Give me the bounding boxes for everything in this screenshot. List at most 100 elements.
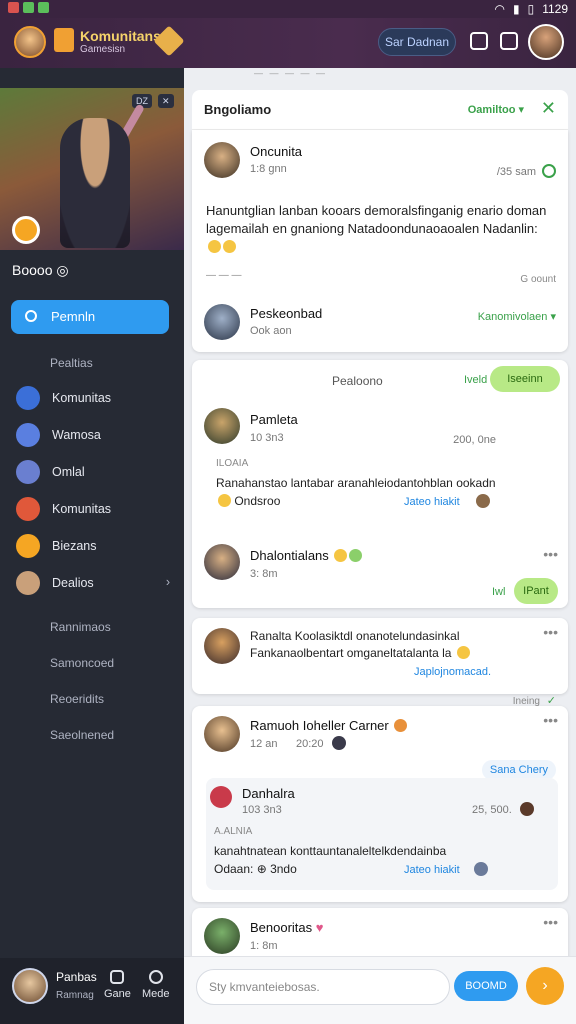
post-time: 1: 8m [250, 940, 278, 952]
sidebar-link[interactable]: Rannimaos [50, 620, 111, 634]
divider-dashes: — — — [206, 270, 242, 281]
feed-title: Bngoliamo [204, 102, 272, 117]
status-bar: ◠ ▮ ▯ 1129 [0, 0, 576, 18]
next-arrow-button[interactable]: › [526, 967, 564, 1005]
reply-action-dropdown[interactable]: Kanomivolaen ▾ [478, 310, 556, 323]
heart-icon [210, 786, 232, 808]
author-avatar[interactable] [204, 408, 240, 444]
message-input[interactable]: Sty kmvanteiebosas. [196, 969, 450, 1005]
brand-logo-icon [54, 28, 74, 52]
game-button[interactable]: Gane [104, 970, 131, 1000]
more-options-icon[interactable]: ••• [543, 712, 558, 728]
sidebar-link[interactable]: Reoeridits [50, 692, 104, 706]
close-icon[interactable]: ✕ [541, 98, 556, 119]
author-avatar[interactable] [204, 628, 240, 664]
star-icon [16, 534, 40, 558]
reply-avatar[interactable] [204, 304, 240, 340]
sidebar-item-label: Komunitas [52, 391, 112, 405]
settings-icon [148, 970, 163, 984]
author-avatar[interactable] [204, 142, 240, 178]
sidebar-item-dealios[interactable]: Dealios › [16, 569, 176, 597]
sidebar-item-label: Komunitas [52, 502, 112, 516]
heart-emoji-icon: ♥ [315, 920, 324, 935]
quoted-date: 25, 500. [472, 804, 512, 816]
quoted-author: Danhalra [242, 786, 295, 801]
more-options-icon[interactable]: ••• [543, 914, 558, 930]
folder-icon[interactable] [500, 32, 518, 50]
sidebar-item-omlal[interactable]: Omlal [16, 458, 176, 486]
footer-sub: Ramnag [56, 990, 94, 1001]
author-name: Dhalontialans [250, 548, 363, 563]
post-card: Oncunita 1:8 gnn /35 sam Hanuntglian lan… [192, 130, 568, 352]
smile-emoji-icon [334, 549, 348, 562]
profile-name: Boooo ◎ [12, 262, 69, 278]
quote-label: A.ALNIA [214, 826, 253, 837]
quoted-text: kanahtnatean konttauntanaleltelkdendainb… [214, 844, 447, 858]
sidebar-item-label: Dealios [52, 576, 94, 590]
sidebar-item-komunitas-2[interactable]: Komunitas [16, 495, 176, 523]
more-options-icon[interactable]: ••• [543, 546, 558, 562]
hero-character-image [60, 118, 130, 248]
send-button[interactable]: BOOMD [454, 971, 518, 1001]
post-card: Ranalta Koolasiktdl onanotelundasinkal F… [192, 618, 568, 707]
signal-icon: ▮ [512, 2, 520, 16]
wifi-icon: ◠ [494, 2, 505, 16]
post-group-title: Pealoono [332, 374, 383, 388]
post-link[interactable]: Iwl [492, 586, 505, 598]
footer-name: Panbas [56, 970, 97, 984]
author-avatar[interactable] [204, 716, 240, 752]
author-avatar[interactable] [204, 544, 240, 580]
post-text: Ranalta Koolasiktdl onanotelundasinkal F… [250, 628, 520, 662]
author-name: Oncunita [250, 144, 303, 159]
quoted-post: Danhalra 103 3n3 25, 500. A.ALNIA kanaht… [206, 778, 558, 890]
check-icon [542, 164, 556, 178]
quoted-time: 103 3n3 [242, 804, 282, 816]
post-link[interactable]: Jateo hiakit [404, 496, 460, 508]
post-emoji-text: Ondsroo [216, 492, 280, 510]
post-time: 12 an [250, 738, 278, 750]
footer-avatar[interactable] [12, 968, 48, 1004]
sidebar: DZ ✕ Boooo ◎ Pemnln Pealtias Komunitas W… [0, 68, 184, 1024]
sidebar-item-wamosa[interactable]: Wamosa [16, 421, 176, 449]
filter-dropdown[interactable]: Oamiltoo ▾ [468, 103, 524, 116]
post-date: 200, 0ne [453, 434, 496, 446]
brand-avatar[interactable] [14, 26, 46, 58]
profile-badge-icon[interactable] [12, 216, 40, 244]
post-link[interactable]: Jateo hiakit [404, 864, 460, 876]
community-icon [16, 386, 40, 410]
post-meta: G oount [520, 274, 556, 285]
chat-icon[interactable] [470, 32, 488, 50]
post-link[interactable]: Japlojnomacad. [414, 666, 491, 678]
app-subtitle: Gamesisn [80, 44, 126, 55]
tag-pill[interactable]: IPant [514, 578, 558, 604]
tag-pill[interactable]: Iseeinn [490, 366, 560, 392]
composer: Sty kmvanteiebosas. BOOMD › [184, 956, 576, 1024]
post-time-2: 20:20 [296, 738, 324, 750]
author-avatar[interactable] [204, 918, 240, 954]
app-title: Komunitans [80, 28, 161, 44]
search-icon [25, 310, 37, 322]
smile-emoji-icon [223, 240, 236, 253]
avatar-small-icon [474, 862, 488, 876]
mode-button[interactable]: Mede [142, 970, 170, 1000]
sidebar-item-biezans[interactable]: Biezans [16, 532, 176, 560]
app-notification-icon [8, 2, 19, 13]
tag-chip[interactable]: Sana Chery [481, 760, 556, 780]
sidebar-item-label: Omlal [52, 465, 85, 479]
sidebar-link[interactable]: Samoncoed [50, 656, 114, 670]
post-link[interactable]: Iveld [464, 374, 487, 386]
hero-close-icon[interactable]: ✕ [158, 94, 174, 108]
top-divider: — — — — — [254, 68, 328, 78]
sidebar-item-active[interactable]: Pemnln [11, 300, 169, 334]
feed-header: Bngoliamo Oamiltoo ▾ ✕ [192, 90, 568, 130]
post-date: /35 sam [496, 166, 536, 178]
smile-emoji-icon [218, 494, 231, 507]
sidebar-link[interactable]: Saeolnened [50, 728, 114, 742]
sidebar-item-komunitas[interactable]: Komunitas [16, 384, 176, 412]
more-options-icon[interactable]: ••• [543, 624, 558, 640]
sidebar-section-label: Pealtias [50, 356, 93, 370]
game-icon [16, 423, 40, 447]
gamepad-icon [110, 970, 125, 984]
search-button[interactable]: Sar Dadnan [378, 28, 456, 56]
user-avatar[interactable] [528, 24, 564, 60]
